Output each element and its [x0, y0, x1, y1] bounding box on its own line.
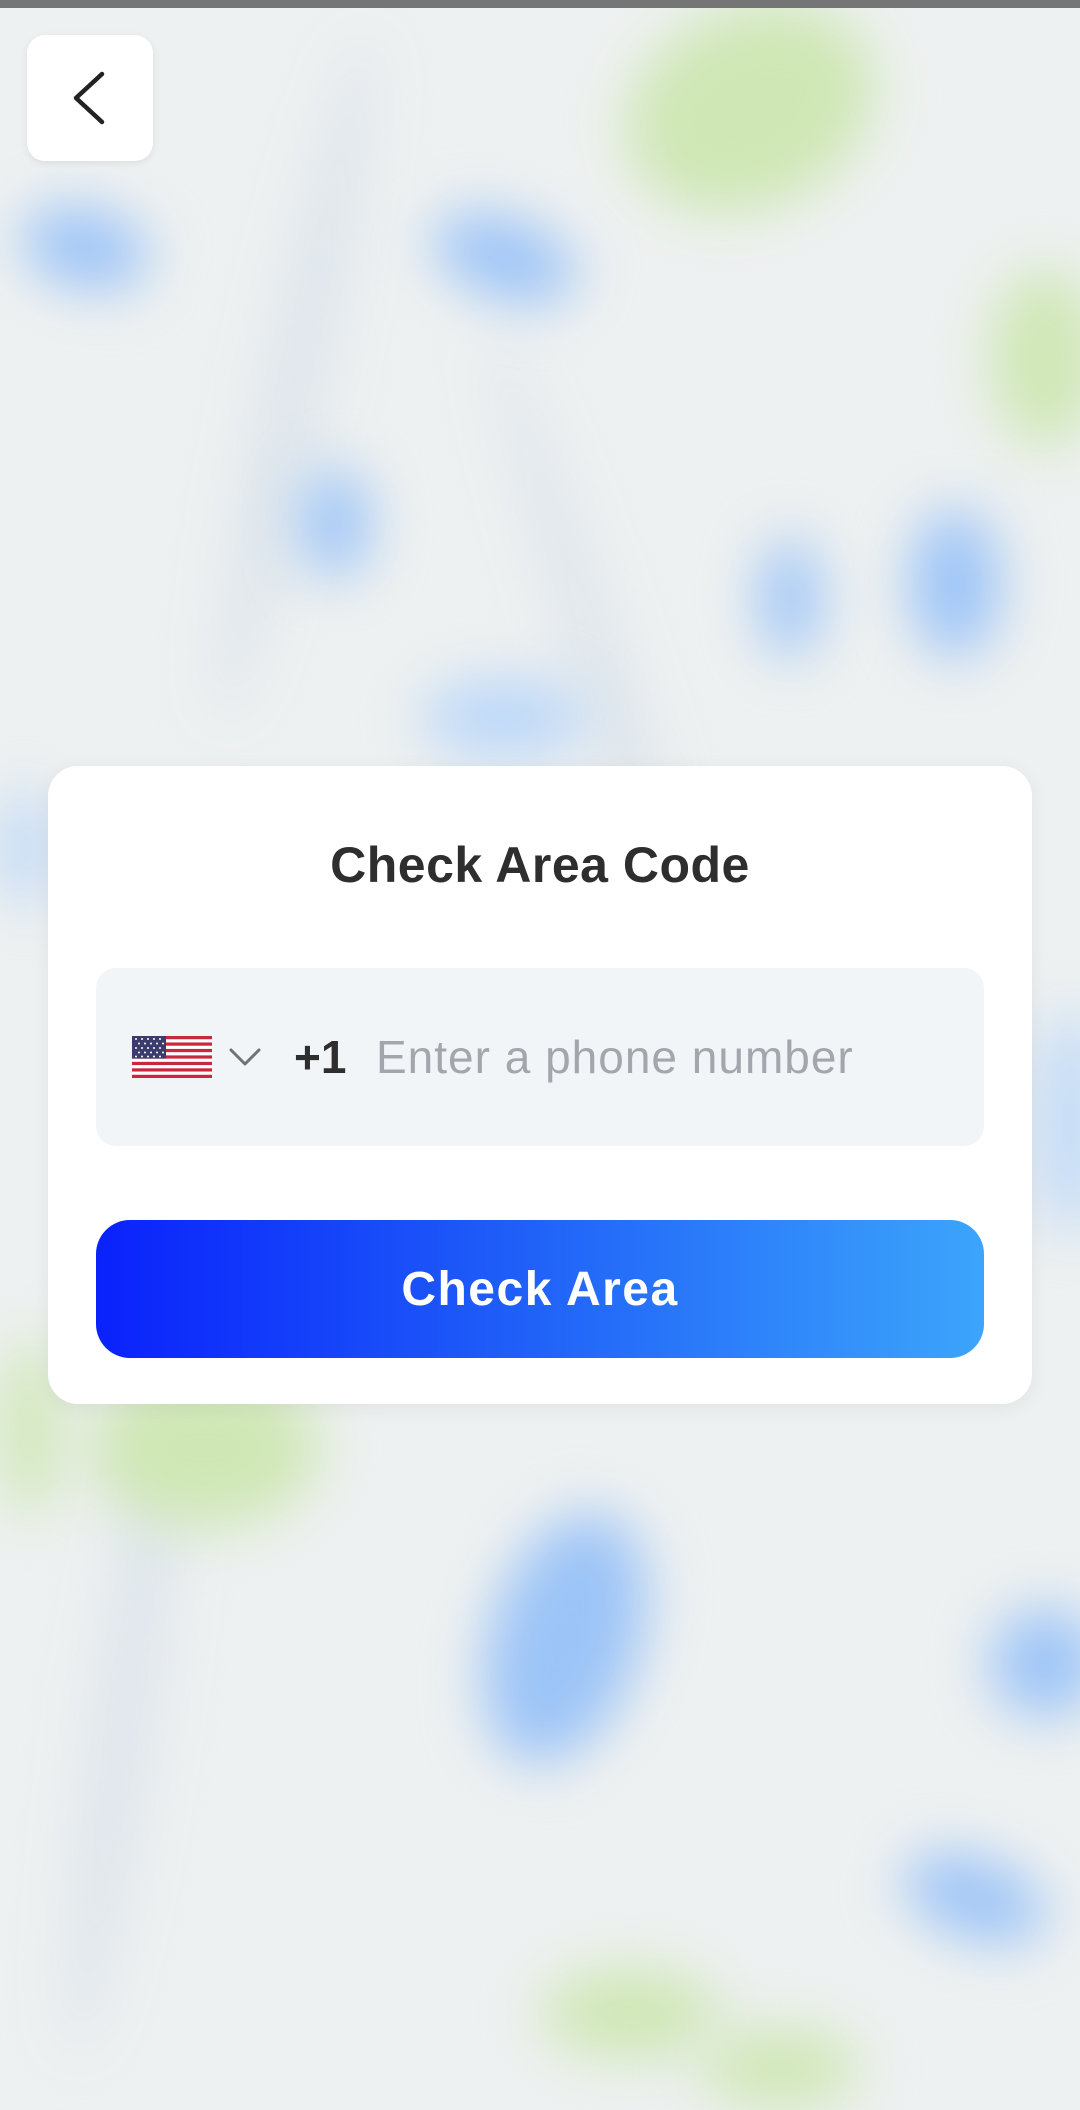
- phone-number-input[interactable]: [376, 1018, 956, 1096]
- status-strip: [0, 0, 1080, 8]
- chevron-left-icon: [73, 71, 105, 125]
- check-area-card: Check Area Code +1 Enter a phone number …: [48, 766, 1032, 1404]
- country-select[interactable]: [132, 1034, 262, 1080]
- us-flag-icon: [132, 1036, 212, 1078]
- dial-code: +1: [294, 1031, 347, 1083]
- check-area-button[interactable]: Check Area: [96, 1220, 984, 1358]
- chevron-down-icon: [229, 1048, 261, 1066]
- back-button[interactable]: [27, 35, 153, 161]
- card-title: Check Area Code: [330, 837, 750, 893]
- phone-field: +1: [96, 968, 984, 1146]
